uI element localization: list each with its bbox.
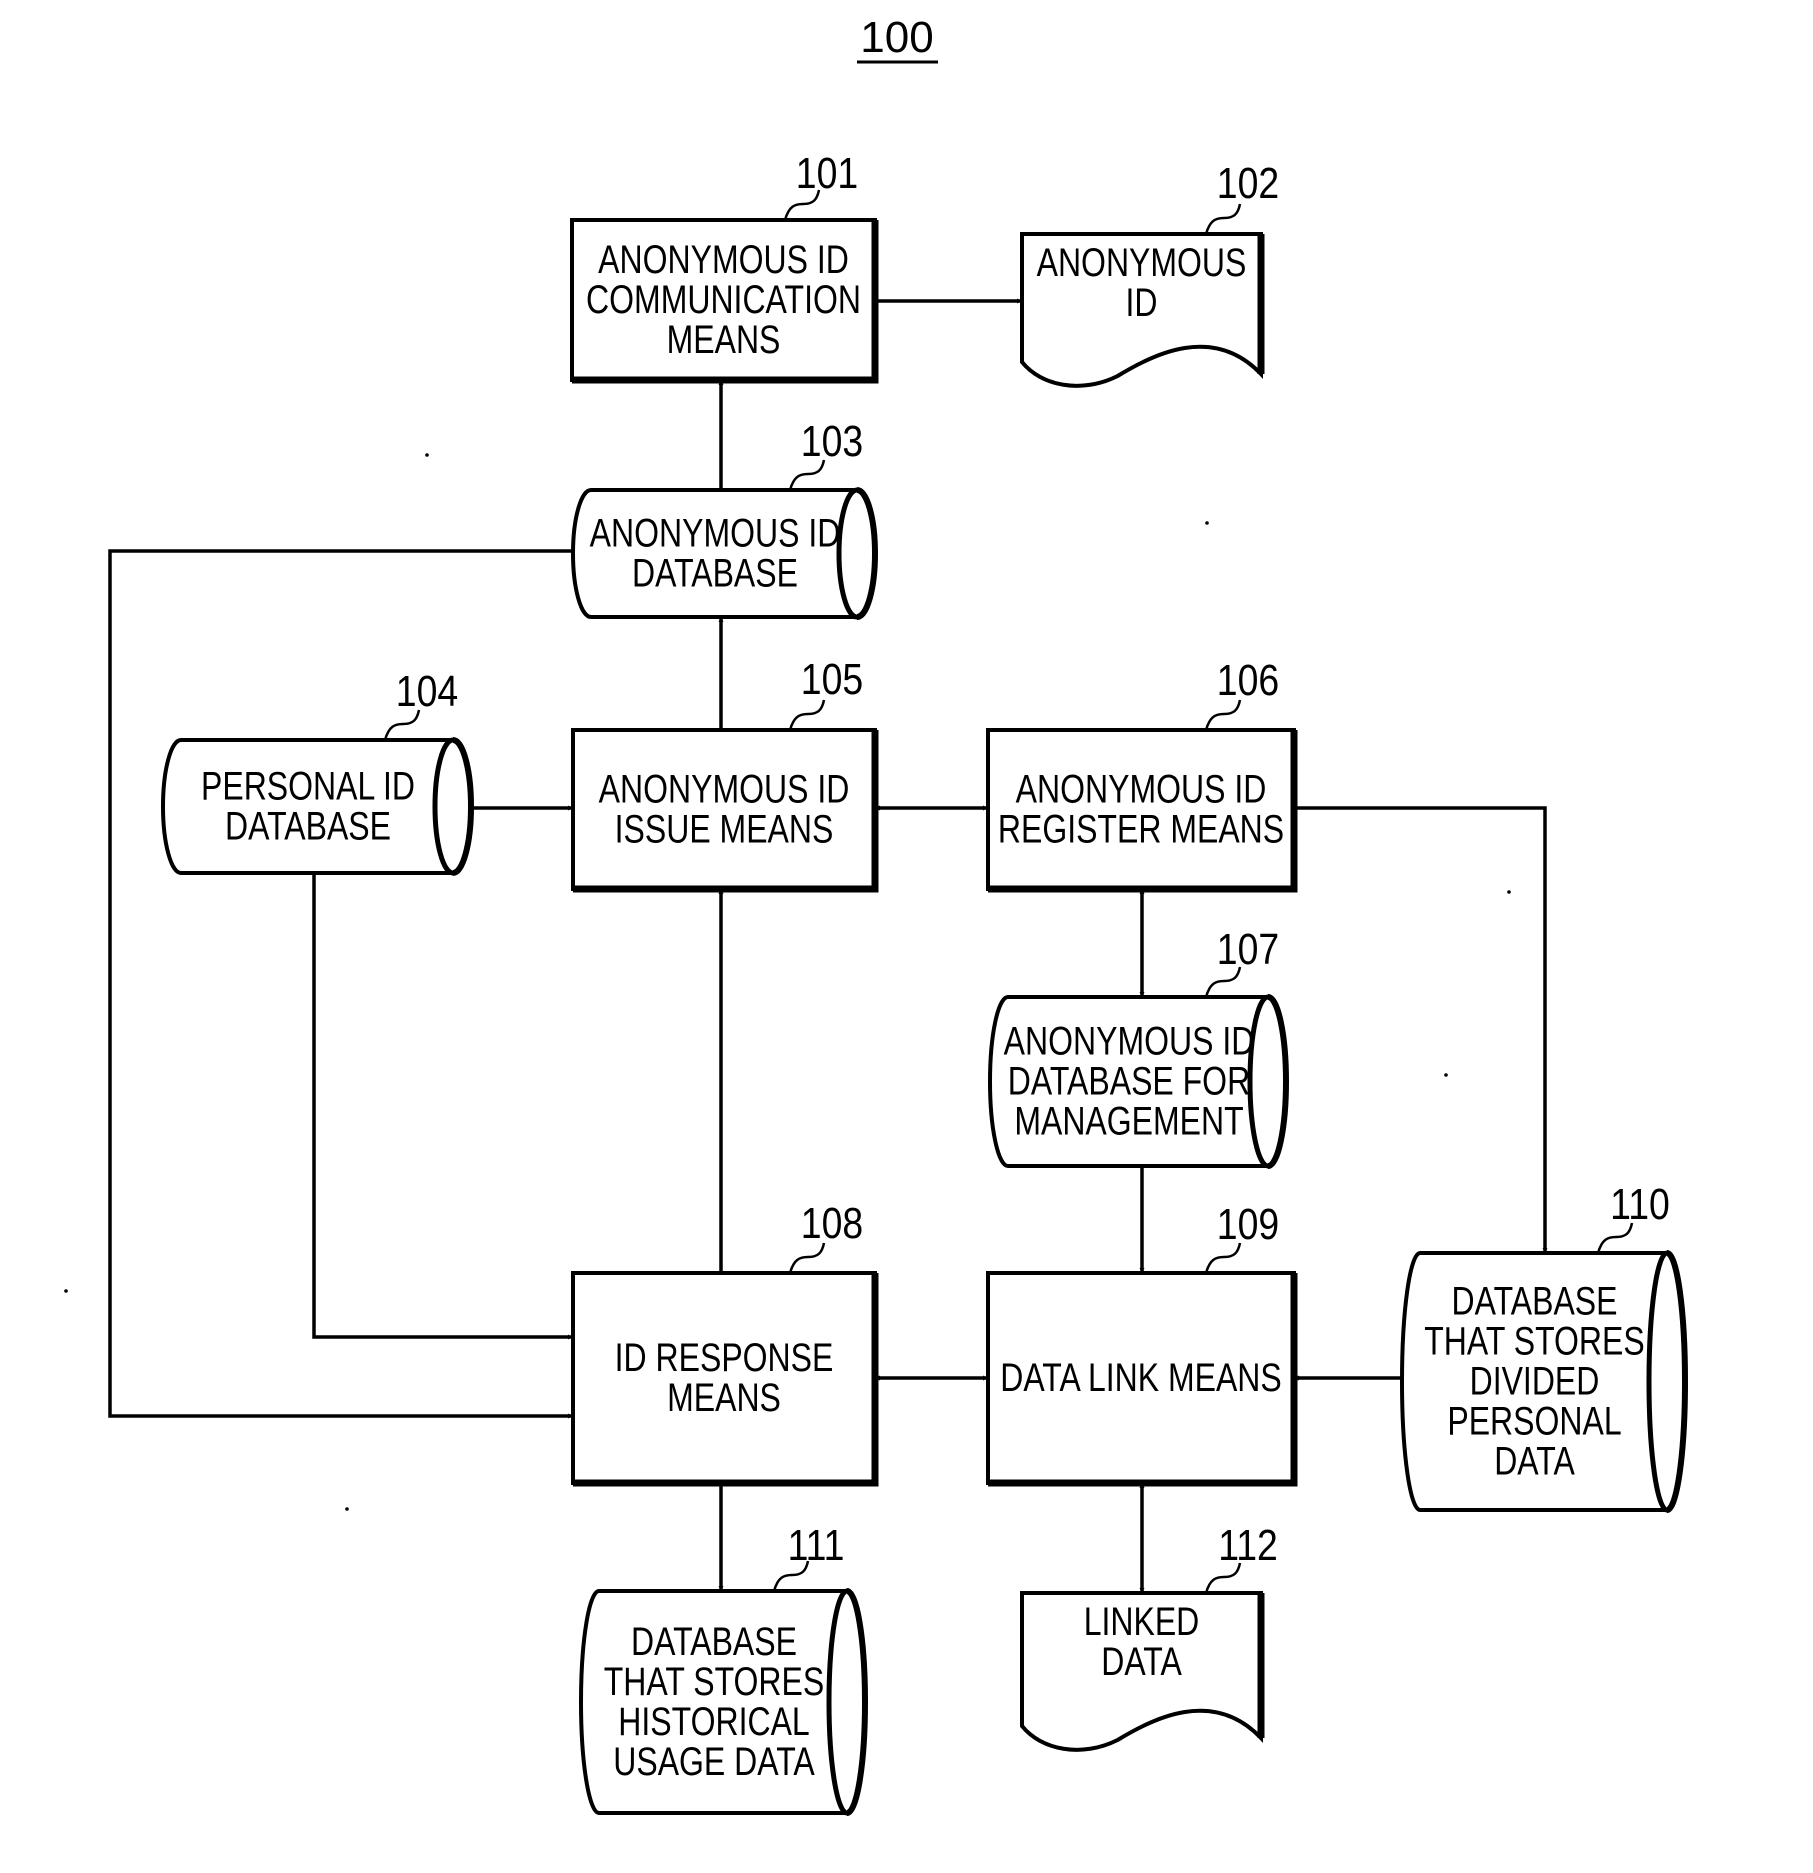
node-label-line: DATABASE xyxy=(225,803,391,848)
reference-numeral: 110 xyxy=(1610,1179,1670,1229)
node-label-line: HISTORICAL xyxy=(618,1698,809,1743)
nodes: ANONYMOUS IDCOMMUNICATIONMEANS101ANONYMO… xyxy=(161,148,1688,1816)
reference-numeral: 101 xyxy=(796,148,858,198)
node-label-line: ANONYMOUS ID xyxy=(1004,1018,1255,1063)
speck xyxy=(425,453,429,457)
node-106-process: ANONYMOUS IDREGISTER MEANS 106 xyxy=(986,655,1298,893)
node-111-database: DATABASETHAT STORESHISTORICALUSAGE DATA 1… xyxy=(579,1520,868,1816)
node-label-line: ID RESPONSE xyxy=(615,1334,834,1379)
node-label-line: ISSUE MEANS xyxy=(615,806,834,851)
node-label-line: MEANS xyxy=(667,1374,781,1419)
reference-numeral: 102 xyxy=(1217,158,1279,208)
node-label-line: DATABASE xyxy=(631,1618,797,1663)
node-label-line: USAGE DATA xyxy=(613,1738,815,1783)
reference-leader xyxy=(788,699,826,731)
reference-numeral: 111 xyxy=(788,1520,845,1570)
node-label-line: ANONYMOUS ID xyxy=(599,766,850,811)
node-108-process: ID RESPONSEMEANS 108 xyxy=(571,1198,879,1487)
node-112-document: LINKEDDATA 112 xyxy=(1020,1520,1278,1752)
node-label-line: REGISTER MEANS xyxy=(998,806,1284,851)
reference-numeral: 112 xyxy=(1218,1520,1278,1570)
node-label-line: DIVIDED xyxy=(1470,1358,1600,1403)
node-label-line: DATA xyxy=(1494,1438,1575,1483)
reference-numeral: 108 xyxy=(801,1198,863,1248)
node-label-line: ANONYMOUS ID xyxy=(590,510,841,555)
figure-title: 100 xyxy=(857,13,938,64)
node-label-line: COMMUNICATION xyxy=(586,276,861,321)
node-101-process: ANONYMOUS IDCOMMUNICATIONMEANS 101 xyxy=(570,148,879,384)
speck xyxy=(1507,890,1511,894)
speck xyxy=(1444,1073,1448,1077)
node-label-line: MEANS xyxy=(667,316,781,361)
reference-numeral: 106 xyxy=(1217,655,1279,705)
reference-leader xyxy=(1204,203,1242,235)
reference-numeral: 105 xyxy=(801,654,863,704)
node-label-line: ANONYMOUS ID xyxy=(1016,766,1267,811)
speck xyxy=(1205,521,1209,525)
node-label-line: LINKED xyxy=(1084,1599,1200,1644)
node-label-line: ID xyxy=(1126,280,1158,325)
node-103-database: ANONYMOUS IDDATABASE 103 xyxy=(571,416,878,620)
node-label-line: DATA xyxy=(1101,1639,1182,1684)
flow-diagram: 100 ANONYMOUS IDCOMMUNICATIONMEANS101ANO… xyxy=(64,13,1688,1816)
node-label-line: DATABASE xyxy=(1452,1278,1618,1323)
reference-numeral: 103 xyxy=(801,416,863,466)
reference-numeral: 107 xyxy=(1217,924,1279,974)
node-label-line: MANAGEMENT xyxy=(1014,1098,1243,1143)
connector-104-to-108 xyxy=(312,873,573,1340)
speck xyxy=(64,1289,68,1293)
node-label-line: THAT STORES xyxy=(604,1658,824,1703)
node-label-line: DATABASE xyxy=(632,550,798,595)
speck xyxy=(345,1507,349,1511)
connector-103-to-108 xyxy=(108,549,573,1419)
connector-106-to-110 xyxy=(1294,806,1548,1253)
node-label-line: PERSONAL ID xyxy=(201,763,415,808)
node-102-document: ANONYMOUSID 102 xyxy=(1020,158,1279,388)
node-label-line: DATABASE FOR xyxy=(1008,1058,1250,1103)
node-label-line: THAT STORES xyxy=(1424,1318,1644,1363)
reference-numeral: 104 xyxy=(396,666,458,716)
node-107-database: ANONYMOUS IDDATABASE FORMANAGEMENT 107 xyxy=(988,924,1289,1169)
node-104-database: PERSONAL IDDATABASE 104 xyxy=(161,666,474,876)
figure-title-text: 100 xyxy=(860,13,933,62)
node-label-line: ANONYMOUS xyxy=(1037,240,1247,285)
node-label-line: PERSONAL xyxy=(1447,1398,1621,1443)
node-label-line: DATA LINK MEANS xyxy=(1000,1354,1282,1399)
reference-numeral: 109 xyxy=(1217,1199,1279,1249)
node-label-line: ANONYMOUS ID xyxy=(598,236,849,281)
node-105-process: ANONYMOUS IDISSUE MEANS 105 xyxy=(571,654,879,893)
